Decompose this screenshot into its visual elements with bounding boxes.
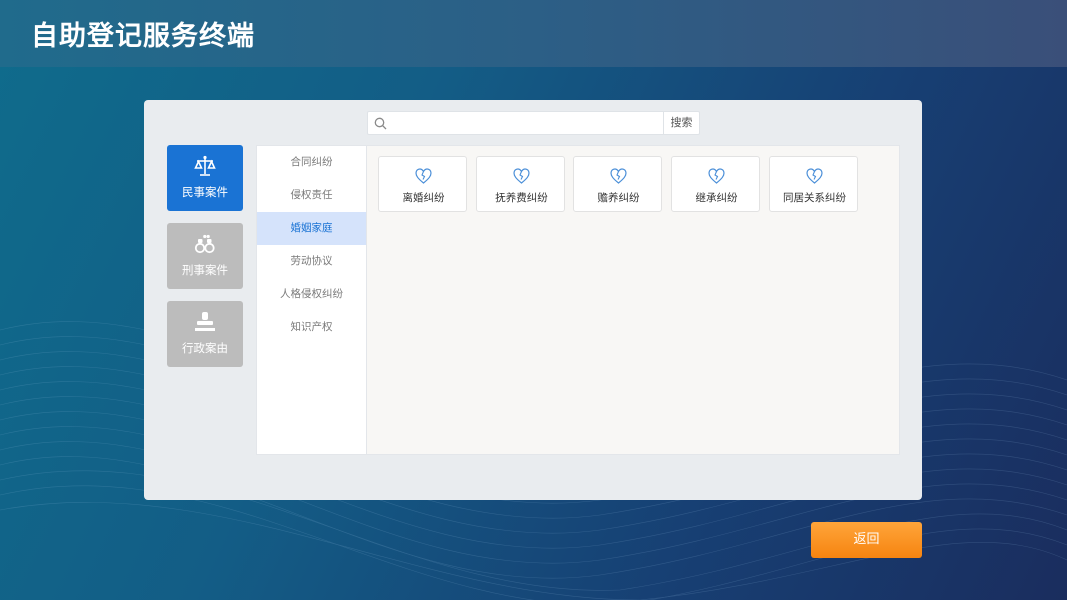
category-label: 民事案件	[182, 185, 228, 199]
search-button[interactable]: 搜索	[663, 112, 699, 134]
case-card-label: 抚养费纠纷	[495, 192, 548, 204]
case-card[interactable]: 赡养纠纷	[573, 156, 662, 212]
case-card[interactable]: 同居关系纠纷	[769, 156, 858, 212]
stamp-icon	[195, 312, 215, 331]
broken-heart-icon	[806, 168, 823, 184]
case-card[interactable]: 离婚纠纷	[378, 156, 467, 212]
case-content-area: 离婚纠纷 抚养费纠纷 赡养纠纷 继承纠纷 同居关系纠纷	[366, 145, 900, 455]
broken-heart-icon	[708, 168, 725, 184]
app-title: 自助登记服务终端	[31, 21, 255, 52]
category-administrative[interactable]: 行政案由	[167, 301, 243, 367]
search-icon	[374, 117, 387, 130]
case-card[interactable]: 继承纠纷	[671, 156, 760, 212]
broken-heart-icon	[513, 168, 530, 184]
search-bar: 搜索	[367, 111, 700, 135]
subcategory-item[interactable]: 劳动协议	[257, 245, 366, 278]
subcategory-item[interactable]: 知识产权	[257, 311, 366, 344]
main-panel: 搜索 民事案件 刑事案件 行政案由 合同纠纷 侵权责任 婚姻家庭 劳动协议 人格…	[144, 100, 922, 500]
broken-heart-icon	[415, 168, 432, 184]
case-card[interactable]: 抚养费纠纷	[476, 156, 565, 212]
category-label: 刑事案件	[182, 263, 228, 277]
app-header: 自助登记服务终端	[0, 0, 1067, 67]
search-input[interactable]	[392, 113, 664, 133]
subcategory-item[interactable]: 人格侵权纠纷	[257, 278, 366, 311]
case-card-label: 离婚纠纷	[402, 192, 445, 204]
handcuffs-icon	[194, 234, 215, 254]
broken-heart-icon	[610, 168, 627, 184]
case-card-label: 赡养纠纷	[597, 192, 640, 204]
category-civil[interactable]: 民事案件	[167, 145, 243, 211]
category-criminal[interactable]: 刑事案件	[167, 223, 243, 289]
subcategory-item-active[interactable]: 婚姻家庭	[257, 212, 366, 245]
case-card-label: 继承纠纷	[695, 192, 738, 204]
scales-icon	[194, 155, 216, 176]
category-label: 行政案由	[182, 341, 228, 355]
case-card-label: 同居关系纠纷	[783, 192, 846, 204]
subcategory-item[interactable]: 合同纠纷	[257, 146, 366, 179]
subcategory-list: 合同纠纷 侵权责任 婚姻家庭 劳动协议 人格侵权纠纷 知识产权	[256, 145, 366, 455]
back-button[interactable]: 返回	[811, 522, 922, 558]
subcategory-item[interactable]: 侵权责任	[257, 179, 366, 212]
